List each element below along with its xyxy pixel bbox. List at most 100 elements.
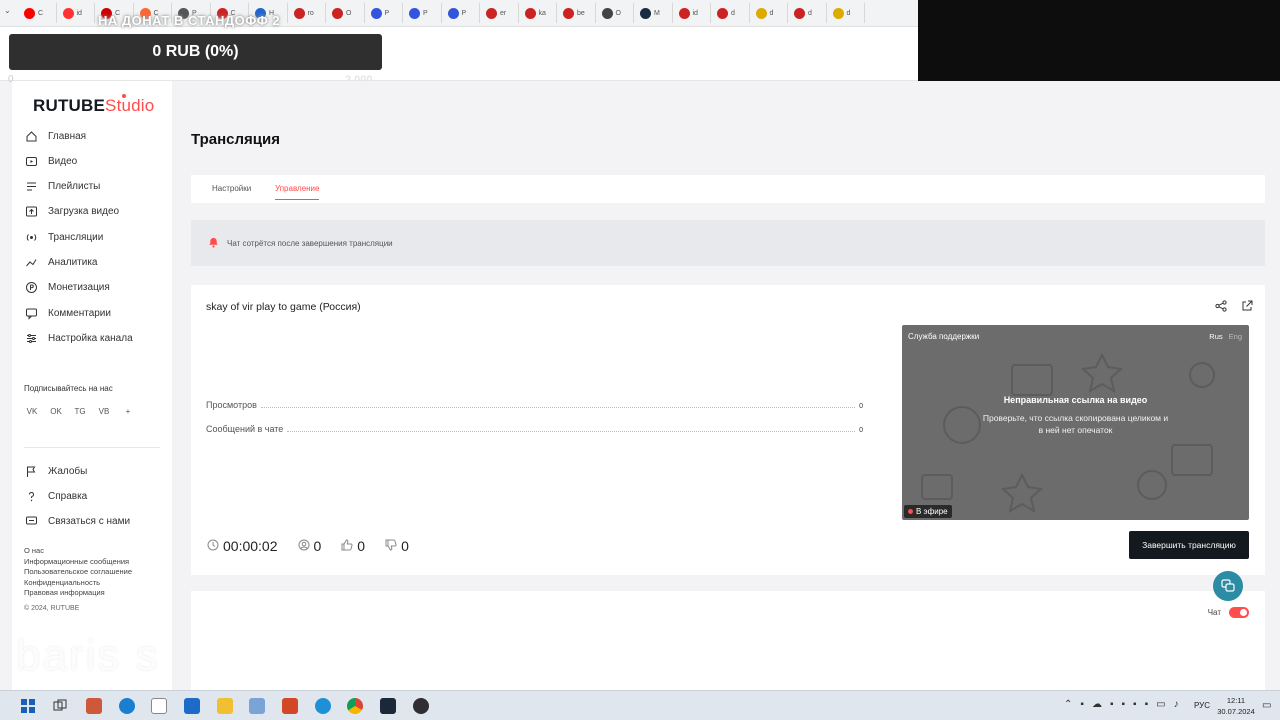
viewers-count: 0 [298,538,321,554]
stream-title: skay of vir play to game (Россия) [206,301,361,313]
browser-tab[interactable]: M [634,3,673,23]
notifications-icon[interactable]: ▭ [1262,700,1271,711]
sidebar-item-chat[interactable]: Связаться с нами [25,514,130,530]
sidebar-item-video[interactable]: Видео [25,153,77,169]
chrome-icon[interactable] [347,698,363,714]
open-external-icon[interactable] [1241,300,1253,315]
tab-favicon-icon [409,7,420,19]
app-icon-1[interactable] [86,698,102,714]
windows-start-icon[interactable] [20,698,36,714]
notepad-icon[interactable] [249,698,265,714]
sidebar-item-comments[interactable]: Комментарии [25,305,111,321]
tab-favicon-icon [794,7,805,19]
tab-list-chevron-icon[interactable]: ⌄ [4,6,11,15]
obs-icon[interactable] [413,698,429,714]
sidebar-item-channel-settings[interactable]: Настройка канала [25,330,133,346]
tray-icon-4[interactable]: ▪ [1133,699,1137,710]
app-icon-2[interactable] [315,698,331,714]
tab-settings[interactable]: Настройки [212,184,251,193]
browser-tab[interactable]: O [596,3,634,23]
support-label[interactable]: Служба поддержки [908,332,979,341]
sidebar-item-label: Комментарии [48,307,111,319]
tray-icon-5[interactable]: ▪ [1145,699,1149,710]
notice-text: Чат сотрётся после завершения трансляции [227,238,393,248]
sidebar-item-analytics[interactable]: Аналитика [25,255,98,271]
footer-link[interactable]: Информационные сообщения [24,557,132,568]
browser-tab[interactable]: P [442,3,480,23]
preview-error-text: Проверьте, что ссылка скопирована целико… [982,413,1169,435]
system-tray: ⌃ ▪ ☁ ▪ ▪ ▪ ▪ ▭ ♪ [1064,699,1179,710]
sidebar-item-monetization[interactable]: Монетизация [25,280,110,296]
share-icon[interactable] [1215,300,1227,315]
chat-notice: Чат сотрётся после завершения трансляции [191,220,1265,266]
lang-eng[interactable]: Eng [1229,332,1242,341]
stat-value: 0 [859,403,863,410]
social-link-4[interactable]: + [120,403,136,419]
browser-tab[interactable]: d [750,3,788,23]
browser-tab[interactable]: d [827,3,865,23]
social-link-1[interactable]: OK [48,403,64,419]
chat-switch[interactable] [1229,607,1249,618]
tray-chevron-icon[interactable]: ⌃ [1064,699,1072,710]
browser-tab[interactable]: C [18,3,57,23]
browser-tab[interactable]: d [788,3,827,23]
end-stream-button[interactable]: Завершить трансляцию [1129,531,1249,559]
sidebar: RUTUBEStudio Главная Видео Плейлисты Загруз… [12,81,172,690]
tray-icon-1[interactable]: ▪ [1080,699,1084,710]
sidebar-item-label: Жалобы [48,465,88,477]
tab-management[interactable]: Управление [275,184,320,200]
sidebar-item-upload[interactable]: Загрузка видео [25,204,119,220]
rutube-studio-logo[interactable]: RUTUBEStudio [33,94,154,116]
footer-link[interactable]: Конфиденциальность [24,578,132,589]
sidebar-item-broadcast[interactable]: Трансляции [25,229,103,245]
footer-link[interactable]: О нас [24,546,132,557]
tray-icon-2[interactable]: ▪ [1110,699,1114,710]
stat-chat-messages: Сообщений в чате 0 [206,424,863,434]
clock[interactable]: 12:11 30.07.2024 [1217,695,1255,717]
monetization-icon [25,281,38,294]
home-icon [25,130,38,143]
social-link-3[interactable]: VB [96,403,112,419]
sidebar-item-flag[interactable]: Жалобы [25,463,87,479]
browser-tab[interactable]: ro [288,3,326,23]
sidebar-item-playlist[interactable]: Плейлисты [25,179,100,195]
footer-link[interactable]: Правовая информация [24,588,132,599]
stream-preview[interactable]: Служба поддержки Rus Eng Неправильная ссы… [902,325,1249,520]
lang-rus[interactable]: Rus [1209,332,1222,341]
sidebar-item-label: Настройка канала [48,332,133,344]
tray-icon-3[interactable]: ▪ [1121,699,1125,710]
chat-toggle[interactable]: Чат [1208,607,1249,618]
steam-icon[interactable] [380,698,396,714]
support-chat-button[interactable] [1213,571,1243,601]
keyboard-language[interactable]: РУС [1194,701,1210,710]
network-icon[interactable]: ▭ [1156,699,1165,710]
browser-tab[interactable]: P [365,3,403,23]
mail-icon[interactable] [184,698,200,714]
clock-icon [207,539,219,554]
browser-tab[interactable]: id [57,3,95,23]
likes-count: 0 [341,538,365,554]
social-link-0[interactable]: VK [24,403,40,419]
footer-link[interactable]: Пользовательское соглашение [24,567,132,578]
explorer-icon[interactable] [217,698,233,714]
browser-tab[interactable]: er [480,3,519,23]
timer: 00:00:02 [207,538,278,554]
sidebar-item-label: Видео [48,155,78,167]
sidebar-item-home[interactable]: Главная [25,128,86,144]
browser-tab[interactable]: P [403,3,442,23]
powerpoint-icon[interactable] [282,698,298,714]
browser-tab[interactable]: O [326,3,365,23]
edge-icon[interactable] [119,698,135,714]
tab-favicon-icon [524,7,536,19]
sidebar-item-help[interactable]: Справка [25,488,87,504]
volume-icon[interactable]: ♪ [1174,699,1179,710]
browser-tab[interactable]: ka [519,3,557,23]
browser-tab[interactable]: be [557,3,596,23]
task-view-icon[interactable] [52,698,68,714]
store-icon[interactable] [151,698,167,714]
social-link-2[interactable]: TG [72,403,88,419]
browser-tab[interactable]: d [711,3,750,23]
onedrive-icon[interactable]: ☁ [1092,699,1102,710]
tab-favicon-icon [332,7,343,19]
browser-tab[interactable]: id [673,3,711,23]
